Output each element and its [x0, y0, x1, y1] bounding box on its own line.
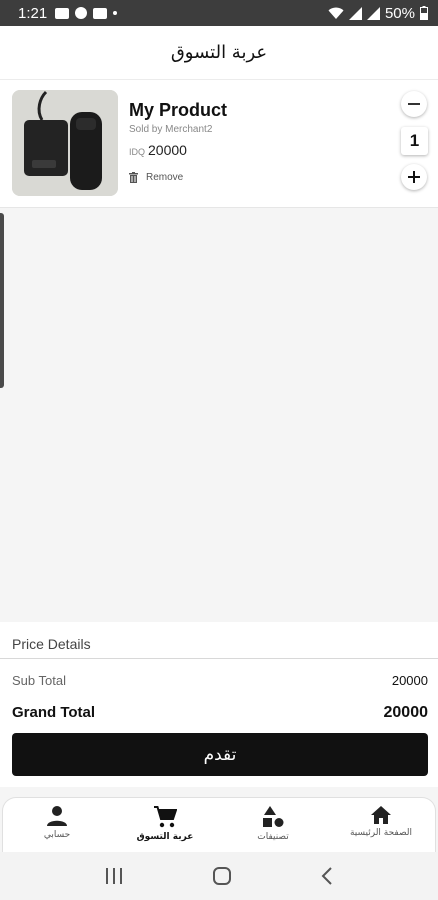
remove-button[interactable]: Remove — [129, 172, 183, 183]
home-button-icon[interactable] — [213, 867, 231, 885]
minus-icon — [408, 103, 420, 105]
scroll-indicator[interactable] — [0, 213, 4, 388]
battery-icon — [420, 6, 428, 20]
nav-item-home[interactable]: الصفحة الرئيسية — [327, 798, 435, 852]
nav-label-categories: تصنيفات — [257, 832, 289, 842]
price-details-title: Price Details — [12, 636, 91, 652]
product-image[interactable] — [12, 90, 118, 196]
status-bar: 1:21 50% — [0, 0, 438, 26]
categories-icon — [263, 806, 284, 827]
cart-item: My Product Sold by Merchant2 IDQ 20000 R… — [0, 80, 438, 208]
home-icon — [371, 806, 391, 824]
checkout-button[interactable]: تقدم — [12, 733, 428, 776]
dot-icon — [113, 11, 118, 15]
nav-item-categories[interactable]: تصنيفات — [219, 798, 327, 852]
app-header: عربة التسوق — [0, 26, 438, 80]
seller-label: Sold by Merchant2 — [129, 124, 213, 135]
signal-icon — [348, 6, 362, 20]
wifi-icon — [328, 7, 344, 19]
plus-icon — [408, 171, 420, 183]
facebook-icon — [75, 7, 88, 19]
product-name[interactable]: My Product — [129, 100, 227, 121]
remove-label: Remove — [146, 172, 184, 183]
youtube-icon — [93, 7, 108, 19]
nav-label-account: حسابي — [43, 830, 71, 840]
increase-quantity-button[interactable] — [401, 164, 427, 190]
system-nav-bar — [0, 852, 438, 900]
currency-label: IDQ — [129, 147, 146, 157]
nav-item-cart[interactable]: عربة التسوق — [111, 798, 219, 852]
signal-icon — [366, 6, 380, 20]
nav-label-cart: عربة التسوق — [136, 832, 194, 842]
nav-item-account[interactable]: حسابي — [3, 798, 111, 852]
account-icon — [47, 806, 67, 826]
back-icon[interactable] — [321, 867, 333, 885]
subtotal-label: Sub Total — [12, 673, 66, 688]
decrease-quantity-button[interactable] — [401, 91, 427, 117]
subtotal-value: 20000 — [391, 673, 428, 688]
nav-label-home: الصفحة الرئيسية — [349, 828, 413, 838]
youtube-icon — [55, 7, 70, 19]
quantity-value: 1 — [401, 127, 428, 155]
cart-icon — [154, 806, 177, 828]
trash-icon — [129, 172, 138, 183]
price-amount: 20000 — [148, 142, 187, 158]
recent-apps-icon[interactable] — [105, 868, 123, 884]
status-time: 1:21 — [18, 4, 48, 22]
page-title: عربة التسوق — [170, 42, 268, 63]
divider — [0, 658, 438, 659]
grand-total-label: Grand Total — [12, 704, 96, 721]
battery-level: 50% — [384, 4, 415, 22]
price-details-panel: Price Details Sub Total 20000 Grand Tota… — [0, 622, 438, 787]
bottom-nav: الصفحة الرئيسية تصنيفات عربة التسوق حساب… — [2, 797, 436, 852]
product-price: IDQ 20000 — [129, 142, 187, 158]
grand-total-value: 20000 — [383, 704, 429, 721]
